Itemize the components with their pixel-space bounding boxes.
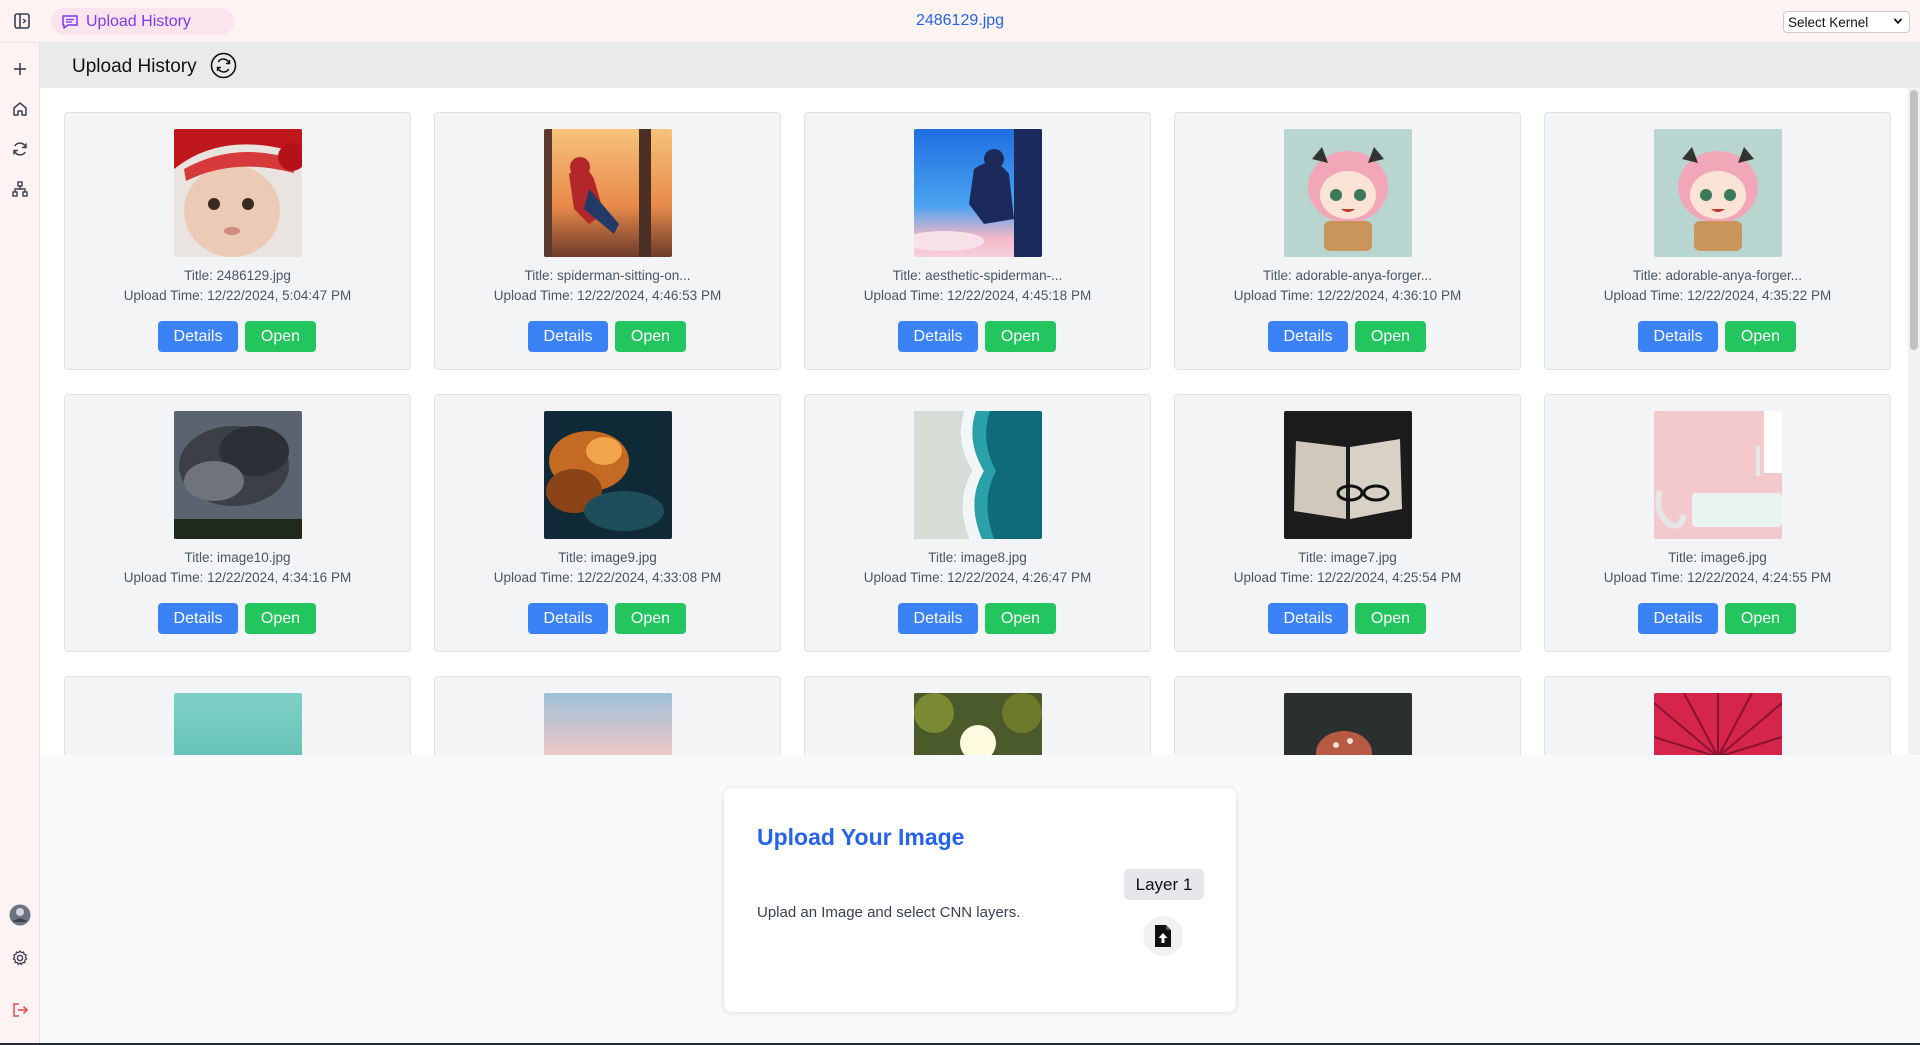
item-title: Title: 2486129.jpg [184,268,291,283]
details-button[interactable]: Details [898,321,978,352]
open-button[interactable]: Open [985,603,1056,634]
ocean-shore-thumbnail[interactable] [914,411,1042,539]
history-card: Title: image10.jpg Upload Time: 12/22/20… [64,394,411,652]
details-button[interactable]: Details [528,603,608,634]
open-button[interactable]: Open [1355,321,1426,352]
avatar[interactable] [9,904,31,926]
mushroom-thumbnail[interactable] [1284,693,1412,755]
file-upload-icon [1155,925,1171,947]
details-button[interactable]: Details [1638,603,1718,634]
history-card: Title: image6.jpg Upload Time: 12/22/202… [1544,394,1891,652]
upload-panel: Upload Your Image Uplad an Image and sel… [724,788,1236,1012]
details-button[interactable]: Details [1268,321,1348,352]
item-upload-time: Upload Time: 12/22/2024, 4:46:53 PM [493,288,722,303]
item-title: Title: aesthetic-spiderman-... [892,268,1063,283]
volcano-thumbnail[interactable] [174,411,302,539]
open-button[interactable]: Open [615,603,686,634]
kernel-select-value: Select Kernel [1788,14,1869,30]
history-card: Title: adorable-anya-forger... Upload Ti… [1174,112,1521,370]
history-header: Upload History [40,43,1920,88]
item-upload-time: Upload Time: 12/22/2024, 4:34:16 PM [123,570,352,585]
details-button[interactable]: Details [898,603,978,634]
refresh-history-icon[interactable] [210,52,237,79]
baby-thumbnail[interactable] [174,129,302,257]
item-title: Title: image9.jpg [558,550,657,565]
item-upload-time: Upload Time: 12/22/2024, 5:04:47 PM [123,288,352,303]
details-button[interactable]: Details [158,603,238,634]
pink-clouds-thumbnail[interactable] [544,693,672,755]
gear-icon[interactable] [11,949,29,967]
keyboard-desk-thumbnail[interactable] [1654,411,1782,539]
forest-canopy-thumbnail[interactable] [914,693,1042,755]
sidebar-toggle-icon[interactable] [13,12,31,30]
kernel-select[interactable]: Select Kernel [1783,11,1910,33]
history-card: Title: image7.jpg Upload Time: 12/22/202… [1174,394,1521,652]
open-button[interactable]: Open [1355,603,1426,634]
open-button[interactable]: Open [615,321,686,352]
upload-title: Upload Your Image [757,824,965,850]
history-card: Title: adorable-anya-forger... Upload Ti… [1544,112,1891,370]
upload-history-grid: Title: 2486129.jpg Upload Time: 12/22/20… [40,88,1920,755]
item-title: Title: image8.jpg [928,550,1027,565]
open-button[interactable]: Open [1725,603,1796,634]
details-button[interactable]: Details [528,321,608,352]
item-upload-time: Upload Time: 12/22/2024, 4:25:54 PM [1233,570,1462,585]
tab-label: Upload History [86,12,191,30]
chat-icon [62,14,78,29]
item-upload-time: Upload Time: 12/22/2024, 4:35:22 PM [1603,288,1832,303]
layer-select-button[interactable]: Layer 1 [1124,869,1204,900]
anya-forger-thumbnail[interactable] [1284,129,1412,257]
history-card: Title: 2486129.jpg Upload Time: 12/22/20… [64,112,411,370]
item-upload-time: Upload Time: 12/22/2024, 4:45:18 PM [863,288,1092,303]
tab-upload-history[interactable]: Upload History [51,8,234,35]
item-title: Title: adorable-anya-forger... [1632,268,1803,283]
open-button[interactable]: Open [245,321,316,352]
plus-icon[interactable] [11,60,29,78]
current-file-title: 2486129.jpg [915,12,1005,29]
item-title: Title: image6.jpg [1668,550,1767,565]
history-card: Title: image9.jpg Upload Time: 12/22/202… [434,394,781,652]
home-icon[interactable] [11,100,29,118]
refresh-icon[interactable] [11,140,29,158]
red-umbrella-thumbnail[interactable] [1654,693,1782,755]
item-title: Title: adorable-anya-forger... [1262,268,1433,283]
chevron-down-icon [1893,18,1903,25]
grid-scrollbar-thumb[interactable] [1910,90,1918,350]
history-card: Title: aesthetic-spiderman-... Upload Ti… [804,112,1151,370]
upload-file-button[interactable] [1143,916,1183,956]
page-title: Upload History [72,56,197,77]
anya-forger-thumbnail[interactable] [1654,129,1782,257]
clouds-sunset-thumbnail[interactable] [544,411,672,539]
open-button[interactable]: Open [1725,321,1796,352]
history-card [64,676,411,755]
item-title: Title: image7.jpg [1298,550,1397,565]
item-upload-time: Upload Time: 12/22/2024, 4:26:47 PM [863,570,1092,585]
details-button[interactable]: Details [1268,603,1348,634]
network-icon[interactable] [11,180,29,198]
top-bar: Upload History 2486129.jpg Select Kernel [0,0,1920,43]
aesthetic-spiderman-thumbnail[interactable] [914,129,1042,257]
details-button[interactable]: Details [1638,321,1718,352]
details-button[interactable]: Details [158,321,238,352]
spiderman-sitting-thumbnail[interactable] [544,129,672,257]
history-card: Title: image8.jpg Upload Time: 12/22/202… [804,394,1151,652]
item-upload-time: Upload Time: 12/22/2024, 4:33:08 PM [493,570,722,585]
upload-description: Uplad an Image and select CNN layers. [757,904,1021,921]
item-title: Title: spiderman-sitting-on... [524,268,691,283]
left-sidebar [0,43,40,1045]
item-upload-time: Upload Time: 12/22/2024, 4:36:10 PM [1233,288,1462,303]
open-button[interactable]: Open [245,603,316,634]
sea-water-thumbnail[interactable] [174,693,302,755]
history-card [1174,676,1521,755]
book-glasses-thumbnail[interactable] [1284,411,1412,539]
item-upload-time: Upload Time: 12/22/2024, 4:24:55 PM [1603,570,1832,585]
open-button[interactable]: Open [985,321,1056,352]
history-card [434,676,781,755]
logout-icon[interactable] [11,1001,29,1019]
history-card [1544,676,1891,755]
item-title: Title: image10.jpg [184,550,291,565]
history-card [804,676,1151,755]
history-card: Title: spiderman-sitting-on... Upload Ti… [434,112,781,370]
